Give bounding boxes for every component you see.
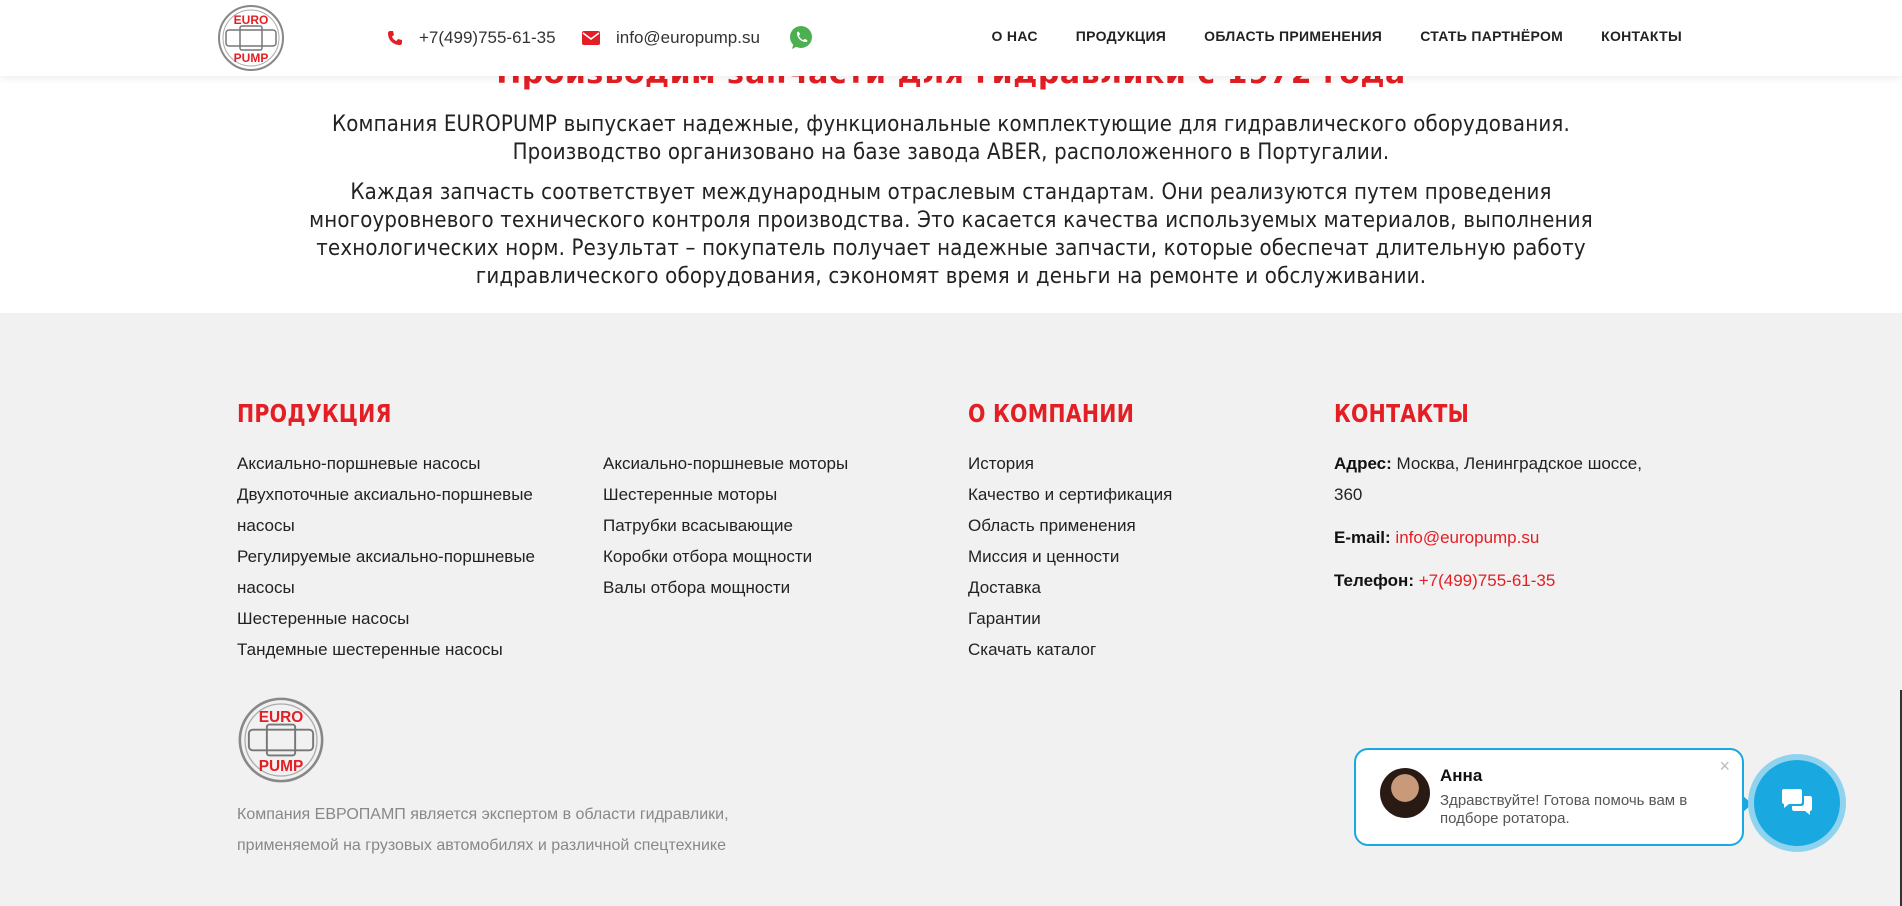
logo[interactable]: EURO PUMP xyxy=(216,4,286,72)
whatsapp-icon xyxy=(790,26,812,49)
logo-text-top: EURO xyxy=(234,13,269,27)
footer-link[interactable]: Миссия и ценности xyxy=(968,541,1288,572)
nav-partner[interactable]: СТАТЬ ПАРТНЁРОМ xyxy=(1420,28,1563,44)
address-line: Адрес: Москва, Ленинградское шоссе, 360 xyxy=(1334,448,1674,510)
nav-about[interactable]: О НАС xyxy=(992,28,1038,44)
chat-icon xyxy=(1782,789,1812,815)
company-description: Компания ЕВРОПАМП является экспертом в о… xyxy=(237,806,729,854)
footer-link[interactable]: Аксиально-поршневые насосы xyxy=(237,448,567,479)
logo-emblem-icon: EURO PUMP xyxy=(218,5,284,71)
logo-emblem-icon: EURO PUMP xyxy=(238,697,324,783)
nav-applications[interactable]: ОБЛАСТЬ ПРИМЕНЕНИЯ xyxy=(1204,28,1382,44)
chat-message: Здравствуйте! Готова помочь вам в подбор… xyxy=(1440,792,1688,827)
intro-paragraph-2: Каждая запчасть соответствует международ… xyxy=(309,180,1593,289)
footer-logo-text-bottom: PUMP xyxy=(259,758,304,775)
whatsapp-link[interactable] xyxy=(788,26,830,50)
footer-link[interactable]: Регулируемые аксиально-поршневые насосы xyxy=(237,541,567,603)
footer-email-link[interactable]: info@europump.su xyxy=(1395,528,1539,547)
main-nav: О НАС ПРОДУКЦИЯ ОБЛАСТЬ ПРИМЕНЕНИЯ СТАТЬ… xyxy=(954,28,1682,44)
footer-link[interactable]: Скачать каталог xyxy=(968,634,1288,665)
contacts-block: Адрес: Москва, Ленинградское шоссе, 360 … xyxy=(1334,448,1674,608)
close-icon[interactable]: × xyxy=(1719,756,1730,777)
footer-link[interactable]: Патрубки всасывающие xyxy=(603,510,923,541)
footer-link[interactable]: Шестеренные моторы xyxy=(603,479,923,510)
contacts-heading: КОНТАКТЫ xyxy=(1334,399,1470,428)
chat-popup[interactable]: Анна Здравствуйте! Готова помочь вам в п… xyxy=(1354,748,1744,846)
products-list-2: Аксиально-поршневые моторы Шестеренные м… xyxy=(603,448,923,603)
footer-link[interactable]: Валы отбора мощности xyxy=(603,572,923,603)
site-header: EURO PUMP +7(499)755-61-35 info@europump… xyxy=(0,0,1902,76)
header-email-link[interactable]: info@europump.su xyxy=(582,26,760,50)
logo-text-bottom: PUMP xyxy=(234,51,269,65)
chat-agent-name: Анна xyxy=(1440,766,1483,785)
footer-link[interactable]: Качество и сертификация xyxy=(968,479,1288,510)
footer-link[interactable]: История xyxy=(968,448,1288,479)
products-heading: ПРОДУКЦИЯ xyxy=(237,399,392,428)
header-phone-text: +7(499)755-61-35 xyxy=(419,28,556,47)
nav-products[interactable]: ПРОДУКЦИЯ xyxy=(1076,28,1166,44)
footer-logo-text-top: EURO xyxy=(259,709,304,726)
company-heading: О КОМПАНИИ xyxy=(968,399,1135,428)
nav-contacts[interactable]: КОНТАКТЫ xyxy=(1601,28,1682,44)
footer-link[interactable]: Аксиально-поршневые моторы xyxy=(603,448,923,479)
footer-link[interactable]: Коробки отбора мощности xyxy=(603,541,923,572)
email-label: E-mail: xyxy=(1334,528,1391,547)
footer-link[interactable]: Шестеренные насосы xyxy=(237,603,567,634)
header-email-text: info@europump.su xyxy=(616,28,760,47)
company-list: История Качество и сертификация Область … xyxy=(968,448,1288,665)
header-phone-link[interactable]: +7(499)755-61-35 xyxy=(387,26,556,50)
footer-link[interactable]: Доставка xyxy=(968,572,1288,603)
address-label: Адрес: xyxy=(1334,454,1392,473)
products-list-1: Аксиально-поршневые насосы Двухпоточные … xyxy=(237,448,567,665)
footer-link[interactable]: Гарантии xyxy=(968,603,1288,634)
envelope-icon xyxy=(582,31,600,45)
phone-label: Телефон: xyxy=(1334,571,1414,590)
footer-link[interactable]: Двухпоточные аксиально-поршневые насосы xyxy=(237,479,567,541)
chat-tail xyxy=(1742,795,1752,813)
footer-link[interactable]: Тандемные шестеренные насосы xyxy=(237,634,567,665)
phone-icon xyxy=(388,31,402,45)
footer-logo[interactable]: EURO PUMP xyxy=(236,696,326,784)
avatar xyxy=(1380,768,1430,818)
email-line: E-mail: info@europump.su xyxy=(1334,522,1674,553)
intro-paragraph-1: Компания EUROPUMP выпускает надежные, фу… xyxy=(332,112,1570,165)
footer-phone-link[interactable]: +7(499)755-61-35 xyxy=(1419,571,1556,590)
footer-link[interactable]: Область применения xyxy=(968,510,1288,541)
phone-line: Телефон: +7(499)755-61-35 xyxy=(1334,565,1674,596)
chat-open-button[interactable] xyxy=(1754,760,1840,846)
